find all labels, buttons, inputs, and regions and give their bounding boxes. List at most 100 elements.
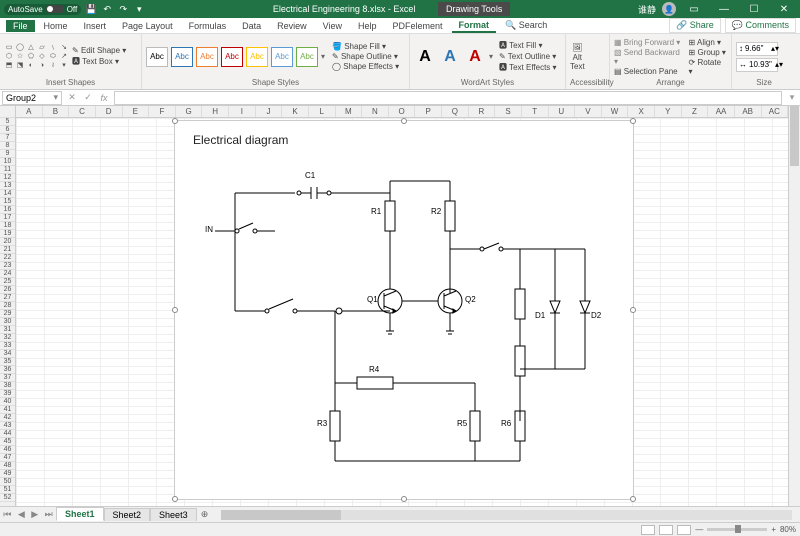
bring-forward-button[interactable]: ▦ Bring Forward ▾ <box>614 38 686 47</box>
row-header[interactable]: 42 <box>0 414 15 422</box>
row-header[interactable]: 12 <box>0 174 15 182</box>
style-swatch[interactable]: Abc <box>146 47 168 67</box>
style-swatch[interactable]: Abc <box>171 47 193 67</box>
alt-text-button[interactable]: 🖼 Alt Text <box>570 43 585 71</box>
gallery-more-icon[interactable]: ▾ <box>321 52 325 61</box>
text-outline-button[interactable]: ✎ Text Outline ▾ <box>499 52 557 61</box>
sheet-nav-last-icon[interactable]: ⏭ <box>45 509 53 520</box>
user-avatar-icon[interactable]: 👤 <box>662 2 676 16</box>
shape-effects-button[interactable]: ◯ Shape Effects ▾ <box>332 62 399 71</box>
row-header[interactable]: 26 <box>0 286 15 294</box>
sheet-nav-first-icon[interactable]: ⏮ <box>3 509 11 520</box>
row-header[interactable]: 23 <box>0 262 15 270</box>
row-header[interactable]: 6 <box>0 126 15 134</box>
tab-page-layout[interactable]: Page Layout <box>115 20 180 32</box>
row-header[interactable]: 47 <box>0 454 15 462</box>
column-header[interactable]: H <box>202 106 229 117</box>
column-header[interactable]: J <box>256 106 283 117</box>
style-swatch[interactable]: Abc <box>271 47 293 67</box>
column-header[interactable]: Y <box>655 106 682 117</box>
tab-data[interactable]: Data <box>235 20 268 32</box>
horizontal-scrollbar[interactable] <box>221 510 792 520</box>
column-header[interactable]: AC <box>762 106 789 117</box>
save-icon[interactable]: 💾 <box>85 3 97 15</box>
shape-fill-button[interactable]: 🪣 Shape Fill ▾ <box>332 42 399 51</box>
shape-gallery[interactable]: ▭◯△▱﹨↘ ⬡☆⬠◇⬭↗ ⬒⬔◐◑≀▾ <box>4 44 69 70</box>
row-header[interactable]: 40 <box>0 398 15 406</box>
sheet-nav-prev-icon[interactable]: ◀ <box>18 509 25 520</box>
formula-input[interactable] <box>114 91 782 105</box>
column-header[interactable]: K <box>282 106 309 117</box>
add-sheet-button[interactable]: ⊕ <box>197 509 213 520</box>
column-header[interactable]: Q <box>442 106 469 117</box>
expand-formula-icon[interactable]: ▾ <box>784 92 800 103</box>
send-backward-button[interactable]: ▧ Send Backward ▾ <box>614 48 686 66</box>
row-header[interactable]: 37 <box>0 374 15 382</box>
tab-file[interactable]: File <box>6 20 35 32</box>
fx-icon[interactable]: fx <box>96 93 112 103</box>
edit-shape-button[interactable]: ✎ Edit Shape ▾ <box>72 46 126 55</box>
column-header[interactable]: R <box>469 106 496 117</box>
zoom-in-icon[interactable]: + <box>771 525 776 534</box>
column-header[interactable]: Z <box>682 106 709 117</box>
row-header[interactable]: 33 <box>0 342 15 350</box>
row-header[interactable]: 36 <box>0 366 15 374</box>
row-header[interactable]: 14 <box>0 190 15 198</box>
column-header[interactable]: T <box>522 106 549 117</box>
cancel-icon[interactable]: ✕ <box>64 92 80 103</box>
sheet-nav-next-icon[interactable]: ▶ <box>31 509 38 520</box>
row-header[interactable]: 52 <box>0 494 15 502</box>
row-header[interactable]: 28 <box>0 302 15 310</box>
redo-icon[interactable]: ↷ <box>117 3 129 15</box>
scrollbar-thumb[interactable] <box>790 106 799 166</box>
column-header[interactable]: I <box>229 106 256 117</box>
search-box[interactable]: 🔍 Search <box>498 19 554 32</box>
style-swatch[interactable]: Abc <box>221 47 243 67</box>
row-header[interactable]: 51 <box>0 486 15 494</box>
sheet-tab-3[interactable]: Sheet3 <box>150 508 197 521</box>
tab-view[interactable]: View <box>316 20 349 32</box>
zoom-slider[interactable] <box>707 528 767 531</box>
column-headers[interactable]: ABCDEFGHIJKLMNOPQRSTUVWXYZAAABAC <box>16 106 788 118</box>
tab-home[interactable]: Home <box>37 20 75 32</box>
column-header[interactable]: W <box>602 106 629 117</box>
row-header[interactable]: 20 <box>0 238 15 246</box>
column-header[interactable]: B <box>43 106 70 117</box>
zoom-out-icon[interactable]: — <box>695 525 703 534</box>
row-header[interactable]: 11 <box>0 166 15 174</box>
selection-pane-button[interactable]: ▤ Selection Pane <box>614 67 686 76</box>
wordart-swatch[interactable]: A <box>414 46 436 68</box>
column-header[interactable]: V <box>575 106 602 117</box>
row-header[interactable]: 39 <box>0 390 15 398</box>
row-header[interactable]: 17 <box>0 214 15 222</box>
row-header[interactable]: 13 <box>0 182 15 190</box>
group-button[interactable]: ⊞ Group ▾ <box>689 48 727 57</box>
row-header[interactable]: 44 <box>0 430 15 438</box>
ribbon-options-icon[interactable]: ▭ <box>682 0 706 18</box>
column-header[interactable]: L <box>309 106 336 117</box>
row-header[interactable]: 38 <box>0 382 15 390</box>
row-header[interactable]: 16 <box>0 206 15 214</box>
tab-format[interactable]: Format <box>452 19 497 33</box>
wordart-gallery[interactable]: A A A <box>414 46 486 68</box>
tab-review[interactable]: Review <box>270 20 314 32</box>
column-header[interactable]: F <box>149 106 176 117</box>
row-header[interactable]: 22 <box>0 254 15 262</box>
scrollbar-thumb[interactable] <box>221 510 341 520</box>
comments-button[interactable]: 💬 Comments <box>725 18 796 33</box>
row-headers[interactable]: 5678910111213141516171819202122232425262… <box>0 106 16 506</box>
tab-formulas[interactable]: Formulas <box>182 20 234 32</box>
row-header[interactable]: 9 <box>0 150 15 158</box>
column-header[interactable]: X <box>628 106 655 117</box>
row-header[interactable]: 27 <box>0 294 15 302</box>
row-header[interactable]: 46 <box>0 446 15 454</box>
row-header[interactable]: 31 <box>0 326 15 334</box>
tab-help[interactable]: Help <box>351 20 384 32</box>
align-button[interactable]: ⊞ Align ▾ <box>689 38 727 47</box>
column-header[interactable]: A <box>16 106 43 117</box>
row-header[interactable]: 15 <box>0 198 15 206</box>
row-header[interactable]: 48 <box>0 462 15 470</box>
page-break-view-icon[interactable] <box>677 525 691 535</box>
row-header[interactable]: 8 <box>0 142 15 150</box>
close-icon[interactable]: ✕ <box>772 0 796 18</box>
